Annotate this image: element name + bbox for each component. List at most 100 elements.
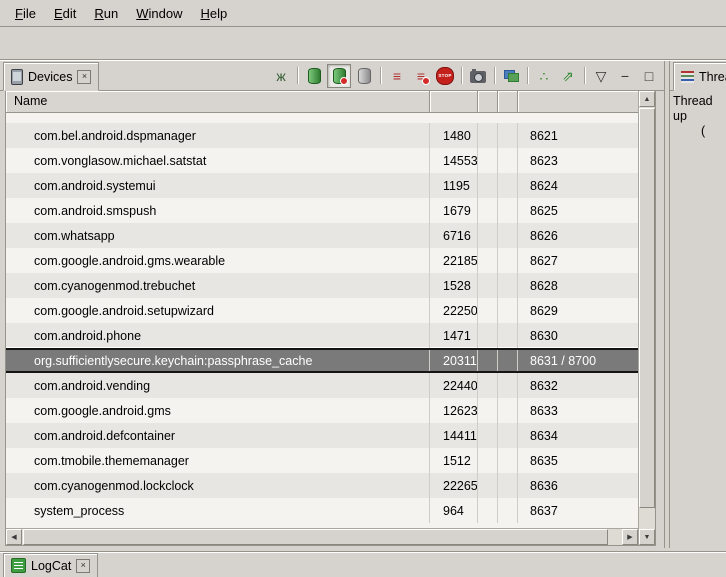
- cell-name: com.google.android.setupwizard: [6, 298, 430, 323]
- cell-name: com.android.defcontainer: [6, 423, 430, 448]
- cell-name: com.cyanogenmod.trebuchet: [6, 273, 430, 298]
- cell-debug-b: [498, 350, 518, 371]
- stop-process-icon[interactable]: [434, 65, 456, 87]
- icon-art: [470, 71, 486, 83]
- menu-help[interactable]: Help: [191, 3, 236, 24]
- cell-debug-b: [498, 273, 518, 298]
- menu-edit[interactable]: Edit: [45, 3, 85, 24]
- cell-debug-b: [498, 198, 518, 223]
- toolbar-separator: [527, 67, 528, 84]
- table-row[interactable]: com.google.android.setupwizard 22250 862…: [6, 298, 638, 323]
- cause-gc-icon[interactable]: [353, 65, 375, 87]
- devices-tab-row: Devices × ж ≡ ≡ ∴ ⇗ ▽ −: [0, 61, 664, 91]
- tab-logcat[interactable]: LogCat ×: [3, 553, 98, 577]
- scroll-right-button[interactable]: [622, 529, 638, 545]
- device-icon: [11, 69, 23, 85]
- threads-tab-label: Threads: [699, 70, 726, 84]
- screen-capture-icon[interactable]: [467, 65, 489, 87]
- cell-pid: 1679: [430, 198, 478, 223]
- vertical-scrollbar: [638, 91, 655, 545]
- horizontal-scroll-thumb[interactable]: [23, 529, 608, 545]
- menu-window[interactable]: Window: [127, 3, 191, 24]
- close-icon[interactable]: ×: [77, 70, 91, 84]
- icon-glyph: −: [621, 69, 629, 83]
- column-header-blank[interactable]: [518, 91, 638, 112]
- logcat-tab-label: LogCat: [31, 559, 71, 573]
- cell-debug-b: [498, 373, 518, 398]
- table-row[interactable]: com.android.defcontainer 14411 8634: [6, 423, 638, 448]
- cell-port: 8629: [518, 298, 638, 323]
- menu-file[interactable]: File: [6, 3, 45, 24]
- table-row[interactable]: com.whatsapp 6716 8626: [6, 223, 638, 248]
- threads-tab-row: Threads: [670, 61, 726, 91]
- cell-debug-a: [478, 423, 498, 448]
- dump-hprof-icon[interactable]: [327, 64, 351, 88]
- column-header-blank[interactable]: [478, 91, 498, 112]
- threads-panel: Threads Thread up (: [669, 61, 726, 548]
- column-header-blank[interactable]: [498, 91, 518, 112]
- column-header-name[interactable]: Name: [6, 91, 430, 112]
- app-window: FileEditRunWindowHelp Devices × ж ≡ ≡: [0, 0, 726, 577]
- maximize-view-icon[interactable]: □: [638, 65, 660, 87]
- menu-run[interactable]: Run: [85, 3, 127, 24]
- table-row[interactable]: com.android.phone 1471 8630: [6, 323, 638, 348]
- table-row[interactable]: com.google.android.gms.wearable 22185 86…: [6, 248, 638, 273]
- cell-pid: 14411: [430, 423, 478, 448]
- icon-glyph: ≡: [417, 69, 425, 83]
- vertical-scroll-thumb[interactable]: [639, 108, 655, 508]
- table-row[interactable]: com.android.systemui 1195 8624: [6, 173, 638, 198]
- cell-port: 8623: [518, 148, 638, 173]
- cell-debug-a: [478, 448, 498, 473]
- cell-name: com.cyanogenmod.lockclock: [6, 473, 430, 498]
- table-row[interactable]: org.sufficientlysecure.keychain:passphra…: [6, 348, 638, 373]
- cell-debug-b: [498, 248, 518, 273]
- debug-process-icon[interactable]: ж: [270, 65, 292, 87]
- cell-pid: 22440: [430, 373, 478, 398]
- update-threads-icon[interactable]: ≡: [386, 65, 408, 87]
- cell-name: com.android.vending: [6, 373, 430, 398]
- cell-pid: 14553: [430, 148, 478, 173]
- cell-port: 8634: [518, 423, 638, 448]
- cell-name: com.android.phone: [6, 323, 430, 348]
- cell-debug-a: [478, 323, 498, 348]
- cell-debug-b: [498, 223, 518, 248]
- table-row[interactable]: com.android.smspush 1679 8625: [6, 198, 638, 223]
- close-icon[interactable]: ×: [76, 559, 90, 573]
- toolbar-separator: [380, 67, 381, 84]
- update-heap-icon[interactable]: [303, 65, 325, 87]
- cell-pid: 6716: [430, 223, 478, 248]
- scroll-up-button[interactable]: [639, 91, 655, 107]
- cell-debug-a: [478, 473, 498, 498]
- threads-message-line1: Thread up: [673, 94, 724, 124]
- cell-port: 8636: [518, 473, 638, 498]
- scroll-left-button[interactable]: [6, 529, 22, 545]
- table-row[interactable]: com.google.android.gms 12623 8633: [6, 398, 638, 423]
- toolbar-separator: [584, 67, 585, 84]
- cell-pid: 22265: [430, 473, 478, 498]
- table-row[interactable]: com.vonglasow.michael.satstat 14553 8623: [6, 148, 638, 173]
- cell-port: 8627: [518, 248, 638, 273]
- cell-pid: 20311: [430, 350, 478, 371]
- table-row[interactable]: com.cyanogenmod.trebuchet 1528 8628: [6, 273, 638, 298]
- table-row[interactable]: com.bel.android.dspmanager 1480 8621: [6, 123, 638, 148]
- table-row[interactable]: com.android.vending 22440 8632: [6, 373, 638, 398]
- cell-debug-a: [478, 373, 498, 398]
- hierarchy-view-icon[interactable]: ∴: [533, 65, 555, 87]
- tab-devices[interactable]: Devices ×: [3, 62, 99, 91]
- toolbar-separator: [297, 67, 298, 84]
- column-header-blank[interactable]: [430, 91, 478, 112]
- cell-debug-b: [498, 423, 518, 448]
- cell-name: system_process: [6, 498, 430, 523]
- pixel-perfect-icon[interactable]: ⇗: [557, 65, 579, 87]
- view-menu-icon[interactable]: ▽: [590, 65, 612, 87]
- table-row[interactable]: com.cyanogenmod.lockclock 22265 8636: [6, 473, 638, 498]
- scroll-down-button[interactable]: [639, 529, 655, 545]
- minimize-view-icon[interactable]: −: [614, 65, 636, 87]
- tab-threads[interactable]: Threads: [673, 62, 726, 91]
- cell-pid: 1528: [430, 273, 478, 298]
- cell-name: com.google.android.gms: [6, 398, 430, 423]
- start-method-profiling-icon[interactable]: ≡: [410, 65, 432, 87]
- table-row[interactable]: system_process 964 8637: [6, 498, 638, 523]
- screenshot-gallery-icon[interactable]: [500, 65, 522, 87]
- table-row[interactable]: com.tmobile.thememanager 1512 8635: [6, 448, 638, 473]
